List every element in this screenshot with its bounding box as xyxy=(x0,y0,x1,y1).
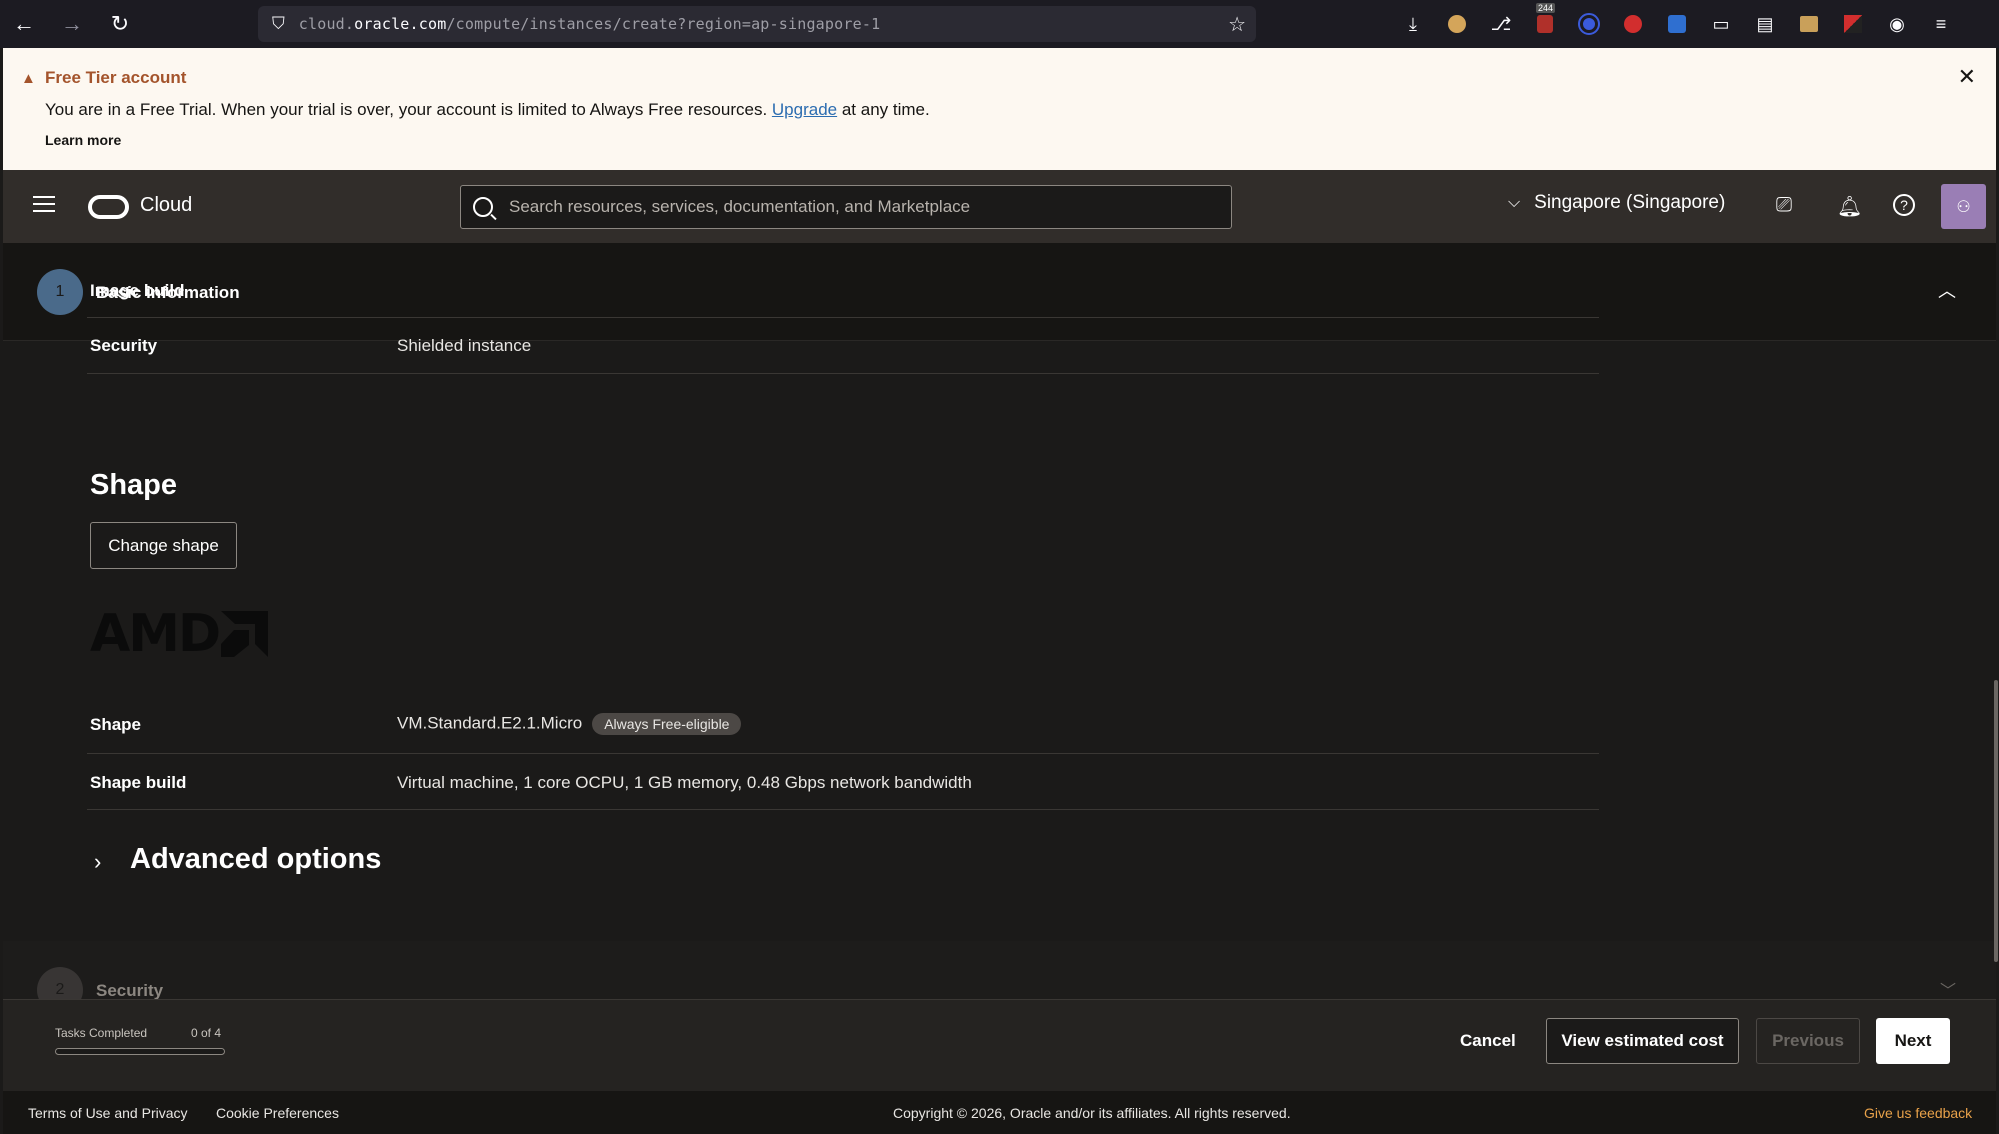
image-build-row: Image build xyxy=(87,281,1599,318)
cloud-shell-icon[interactable]: ⎚ xyxy=(1776,194,1792,217)
step-number-badge: 1 xyxy=(37,269,83,315)
forward-icon[interactable]: → xyxy=(48,0,96,48)
step-security[interactable]: 2 Security ﹀ xyxy=(3,941,1996,1013)
security-label: Security xyxy=(90,336,158,355)
region-selector[interactable]: ⌵ Singapore (Singapore) xyxy=(1508,192,1725,214)
bell-icon[interactable]: 🔔︎ xyxy=(1837,194,1862,219)
learn-more-link[interactable]: Learn more xyxy=(45,132,121,148)
chevron-right-icon[interactable]: › xyxy=(94,849,101,875)
previous-button[interactable]: Previous xyxy=(1756,1018,1860,1064)
ublock-badge: 244 xyxy=(1536,3,1556,13)
menu-icon[interactable]: ≡ xyxy=(1928,11,1954,37)
pdf-extension-icon[interactable] xyxy=(1840,11,1866,37)
shape-build-label: Shape build xyxy=(90,773,187,792)
back-icon[interactable]: ← xyxy=(0,0,48,48)
terms-link[interactable]: Terms of Use and Privacy xyxy=(28,1105,188,1121)
person-icon: ⚇ xyxy=(1956,198,1971,216)
amd-arrow-icon xyxy=(221,611,269,657)
search-input[interactable] xyxy=(507,196,1207,218)
always-free-badge: Always Free-eligible xyxy=(592,713,742,735)
page-scrollbar[interactable] xyxy=(1994,680,1998,962)
notes-extension-icon[interactable] xyxy=(1796,11,1822,37)
browser-toolbar: ← → ↻ ⛉ cloud.oracle.com/compute/instanc… xyxy=(0,0,1999,48)
url-text[interactable]: cloud.oracle.com/compute/instances/creat… xyxy=(299,15,881,33)
security-value: Shielded instance xyxy=(397,336,532,355)
page-footer: Terms of Use and Privacy Cookie Preferen… xyxy=(3,1091,1996,1134)
screenshot-icon[interactable]: ◉ xyxy=(1884,11,1910,37)
security-row: Security Shielded instance xyxy=(87,318,1599,374)
copyright-text: Copyright © 2026, Oracle and/or its affi… xyxy=(893,1105,1291,1121)
chevron-down-icon[interactable]: ﹀ xyxy=(1940,977,1956,1001)
shape-row: Shape VM.Standard.E2.1.Micro Always Free-… xyxy=(87,700,1599,754)
ublock-icon[interactable]: 244 xyxy=(1532,3,1558,37)
tasks-completed-count: 0 of 4 xyxy=(191,1026,222,1040)
circle-extension-icon[interactable] xyxy=(1576,11,1602,37)
free-tier-banner: ▲ Free Tier account You are in a Free Tr… xyxy=(3,48,1996,170)
view-estimated-cost-button[interactable]: View estimated cost xyxy=(1546,1018,1739,1064)
shape-heading: Shape xyxy=(90,469,178,501)
cancel-button[interactable]: Cancel xyxy=(1438,1018,1538,1064)
wizard-action-bar: Tasks Completed 0 of 4 Cancel View estim… xyxy=(3,999,1996,1091)
amd-logo: AMD xyxy=(90,604,269,664)
sidebar-icon[interactable]: ▤ xyxy=(1752,11,1778,37)
tasks-progress-bar xyxy=(55,1048,225,1055)
console-header: Cloud ⌵ Singapore (Singapore) ⎚ 🔔︎ ? ⚇ xyxy=(3,170,1996,243)
search-icon xyxy=(473,197,493,217)
warning-icon: ▲ xyxy=(21,70,36,87)
profile-extension-icon[interactable] xyxy=(1444,11,1470,37)
address-bar[interactable]: ⛉ cloud.oracle.com/compute/instances/cre… xyxy=(258,6,1256,42)
archive-icon[interactable]: ▭ xyxy=(1708,11,1734,37)
basic-information-content: Image build Security Shielded instance S… xyxy=(3,281,1996,941)
banner-message: You are in a Free Trial. When your trial… xyxy=(45,100,930,119)
close-icon[interactable]: ✕ xyxy=(1958,64,1976,90)
shape-label: Shape xyxy=(90,715,142,734)
chevron-up-icon[interactable]: ︿ xyxy=(1938,277,1956,303)
image-build-label: Image build xyxy=(90,281,185,300)
chevron-down-icon: ⌵ xyxy=(1508,194,1521,211)
extensions-icon[interactable]: ⎇ xyxy=(1488,11,1514,37)
translate-extension-icon[interactable] xyxy=(1664,11,1690,37)
next-button[interactable]: Next xyxy=(1876,1018,1950,1064)
download-icon[interactable]: ⤓ xyxy=(1400,11,1426,37)
change-shape-button[interactable]: Change shape xyxy=(90,522,237,569)
hamburger-menu-icon[interactable] xyxy=(33,196,55,214)
upgrade-link[interactable]: Upgrade xyxy=(772,100,837,119)
brand-title[interactable]: Cloud xyxy=(140,194,192,217)
shield-icon[interactable]: ⛉ xyxy=(272,14,285,34)
video-extension-icon[interactable] xyxy=(1620,11,1646,37)
feedback-link[interactable]: Give us feedback xyxy=(1864,1105,1972,1121)
tasks-completed-label: Tasks Completed xyxy=(55,1026,148,1040)
reload-icon[interactable]: ↻ xyxy=(96,0,144,48)
shape-build-row: Shape build Virtual machine, 1 core OCPU… xyxy=(87,754,1599,810)
cookie-preferences-link[interactable]: Cookie Preferences xyxy=(216,1105,339,1121)
step-title: Security xyxy=(96,981,164,1000)
user-avatar[interactable]: ⚇ xyxy=(1941,184,1986,229)
search-box[interactable] xyxy=(460,185,1232,229)
extension-toolbar: ⤓ ⎇ 244 ▭ ▤ ◉ ≡ xyxy=(1400,0,1954,48)
help-icon[interactable]: ? xyxy=(1893,194,1915,216)
oracle-logo[interactable] xyxy=(88,195,129,219)
shape-value: VM.Standard.E2.1.Micro Always Free-eligib… xyxy=(397,713,742,735)
advanced-options-toggle[interactable]: Advanced options xyxy=(130,843,381,876)
banner-title: Free Tier account xyxy=(45,68,187,87)
shape-build-value: Virtual machine, 1 core OCPU, 1 GB memor… xyxy=(397,773,972,792)
bookmark-star-icon[interactable]: ☆ xyxy=(1228,12,1246,37)
region-label: Singapore (Singapore) xyxy=(1534,192,1726,213)
